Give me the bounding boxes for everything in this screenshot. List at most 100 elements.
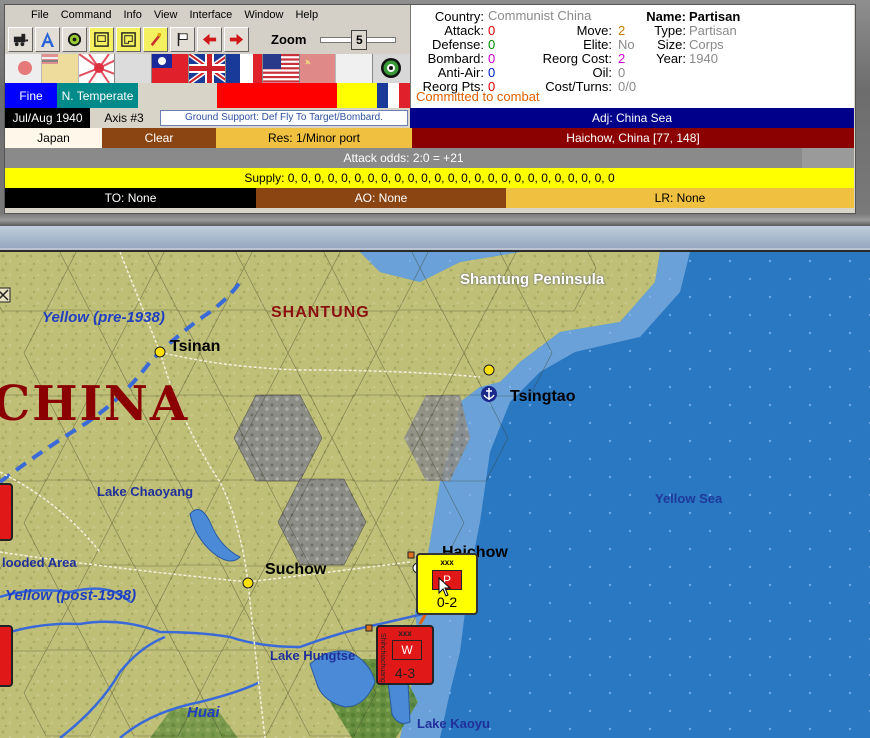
label-lake-kaoyu: Lake Kaoyu xyxy=(417,716,490,731)
move-value: 2 xyxy=(618,23,626,38)
flag-icon[interactable] xyxy=(170,27,195,52)
size-value: Corps xyxy=(689,37,724,52)
menu-command[interactable]: Command xyxy=(55,9,118,21)
year-label: Year: xyxy=(656,51,686,66)
chinese-army-name: Shihchiachuang xyxy=(379,633,386,683)
unit-info-box: Country: Communist China Attack: 0 Defen… xyxy=(410,5,854,108)
menu-info[interactable]: Info xyxy=(117,9,147,21)
oil-label: Oil: xyxy=(592,65,613,80)
nation-flag-row xyxy=(5,54,410,83)
hex-owner: Japan xyxy=(5,128,102,148)
hex-location: Haichow, China [77, 148] xyxy=(412,128,854,148)
zoom-slider[interactable]: 5 xyxy=(320,29,397,50)
partisan-icon[interactable] xyxy=(143,27,168,52)
adjacent-sea: Adj: China Sea xyxy=(410,108,854,128)
arrow-right-icon[interactable] xyxy=(224,27,249,52)
france-flag-icon[interactable] xyxy=(225,54,263,83)
hex-terrain: Clear xyxy=(102,128,216,148)
britain-flag-icon[interactable] xyxy=(189,54,226,83)
game-map[interactable]: Shantung Peninsula SHANTUNG Yellow (pre-… xyxy=(0,252,870,738)
menu-file[interactable]: File xyxy=(5,9,55,21)
label-tsinan: Tsinan xyxy=(170,338,221,355)
zoom-label: Zoom xyxy=(271,32,307,47)
panel-divider[interactable] xyxy=(0,214,870,226)
label-tsingtao: Tsingtao xyxy=(510,388,576,405)
label-shantung: SHANTUNG xyxy=(271,304,370,321)
japan-flag-icon[interactable] xyxy=(5,54,42,83)
suchow-city-marker[interactable] xyxy=(242,577,254,589)
tsingtao-city-marker[interactable] xyxy=(483,364,495,376)
chinese-army-symbol: W xyxy=(392,640,422,660)
defense-value: 0 xyxy=(488,37,496,52)
menu-view[interactable]: View xyxy=(148,9,184,21)
label-yellow-pre-1938: Yellow (pre-1938) xyxy=(42,309,165,326)
name-value: Partisan xyxy=(689,9,741,24)
label-huai: Huai xyxy=(187,704,220,721)
type-value: Partisan xyxy=(689,23,737,38)
haichow-control-marker xyxy=(407,551,415,559)
name-label: Name: xyxy=(646,9,686,24)
label-china: CHINA xyxy=(0,376,190,432)
supply-icon[interactable] xyxy=(62,27,87,52)
partisan-unit-counter[interactable]: xxx P 0-2 xyxy=(416,553,478,615)
partial-hex-icon xyxy=(0,287,11,303)
manchukuo-flag-icon[interactable] xyxy=(41,54,79,83)
move-label: Move: xyxy=(576,23,612,38)
air-letter-icon[interactable] xyxy=(35,27,60,52)
label-yellow-post-1938: Yellow (post-1938) xyxy=(5,587,137,604)
ussr-flag-icon[interactable] xyxy=(299,54,337,83)
blank-flag-icon[interactable] xyxy=(115,54,153,83)
command-panel: File Command Info View Interface Window … xyxy=(0,0,870,226)
menu-help[interactable]: Help xyxy=(289,9,324,21)
train-icon[interactable] xyxy=(8,27,33,52)
label-shantung-peninsula: Shantung Peninsula xyxy=(460,271,605,288)
label-suchow: Suchow xyxy=(265,561,327,578)
usa-flag-icon[interactable] xyxy=(262,54,300,83)
nationalist-china-flag-icon[interactable] xyxy=(152,54,190,83)
unit-counter-partial[interactable] xyxy=(0,483,13,541)
ground-support-text[interactable]: Ground Support: Def Fly To Target/Bombar… xyxy=(160,110,408,126)
date-row: Jul/Aug 1940 Axis #3 Ground Support: Def… xyxy=(5,108,854,128)
attack-odds-tail xyxy=(802,148,854,168)
chinese-army-strength: 4-3 xyxy=(394,665,416,681)
elite-label: Elite: xyxy=(583,37,612,52)
unit-frame-alt-icon[interactable] xyxy=(116,27,141,52)
country-label: Country: xyxy=(434,9,484,24)
menu-interface[interactable]: Interface xyxy=(184,9,239,21)
turn-date: Jul/Aug 1940 xyxy=(5,108,90,128)
unit-control-marker xyxy=(365,624,373,632)
unit-frame-icon[interactable] xyxy=(89,27,114,52)
cost-turns-label: Cost/Turns: xyxy=(545,79,612,94)
target-icon[interactable] xyxy=(373,54,410,83)
tsinan-city-marker[interactable] xyxy=(154,346,166,358)
weather-row: Fine N. Temperate xyxy=(5,83,410,108)
hex-resource: Res: 1/Minor port xyxy=(216,128,412,148)
blank-flag-icon[interactable] xyxy=(336,54,374,83)
chinese-army-counter[interactable]: xxx W 4-3 Shihchiachuang xyxy=(376,625,434,685)
arrow-left-icon[interactable] xyxy=(197,27,222,52)
climate-zone: N. Temperate xyxy=(57,83,138,108)
long-range: LR: None xyxy=(506,188,854,208)
rising-sun-flag-icon[interactable] xyxy=(78,54,116,83)
cost-turns-value: 0/0 xyxy=(618,79,637,94)
area-of-operations: AO: None xyxy=(256,188,506,208)
ground-support-box: Ground Support: Def Fly To Target/Bombar… xyxy=(158,108,410,128)
unit-status: Committed to combat xyxy=(416,89,540,104)
zones-row: TO: None AO: None LR: None xyxy=(5,188,854,208)
zoom-slider-thumb[interactable]: 5 xyxy=(351,29,368,50)
unit-counter-partial[interactable] xyxy=(0,625,13,687)
theater-of-operations: TO: None xyxy=(5,188,256,208)
bombard-label: Bombard: xyxy=(427,51,484,66)
attack-odds: Attack odds: 2:0 = +21 xyxy=(5,148,802,168)
elite-value: No xyxy=(618,37,635,52)
menu-bar: File Command Info View Interface Window … xyxy=(5,5,410,25)
unit-size-marker: xxx xyxy=(398,629,412,638)
bombard-value: 0 xyxy=(488,51,496,66)
weather-bar-red xyxy=(217,83,337,108)
menu-window[interactable]: Window xyxy=(238,9,289,21)
label-yellow-sea: Yellow Sea xyxy=(655,491,723,506)
supply-line: Supply: 0, 0, 0, 0, 0, 0, 0, 0, 0, 0, 0,… xyxy=(5,168,854,188)
oil-value: 0 xyxy=(618,65,626,80)
attack-value: 0 xyxy=(488,23,496,38)
mouse-cursor-icon xyxy=(438,577,452,597)
